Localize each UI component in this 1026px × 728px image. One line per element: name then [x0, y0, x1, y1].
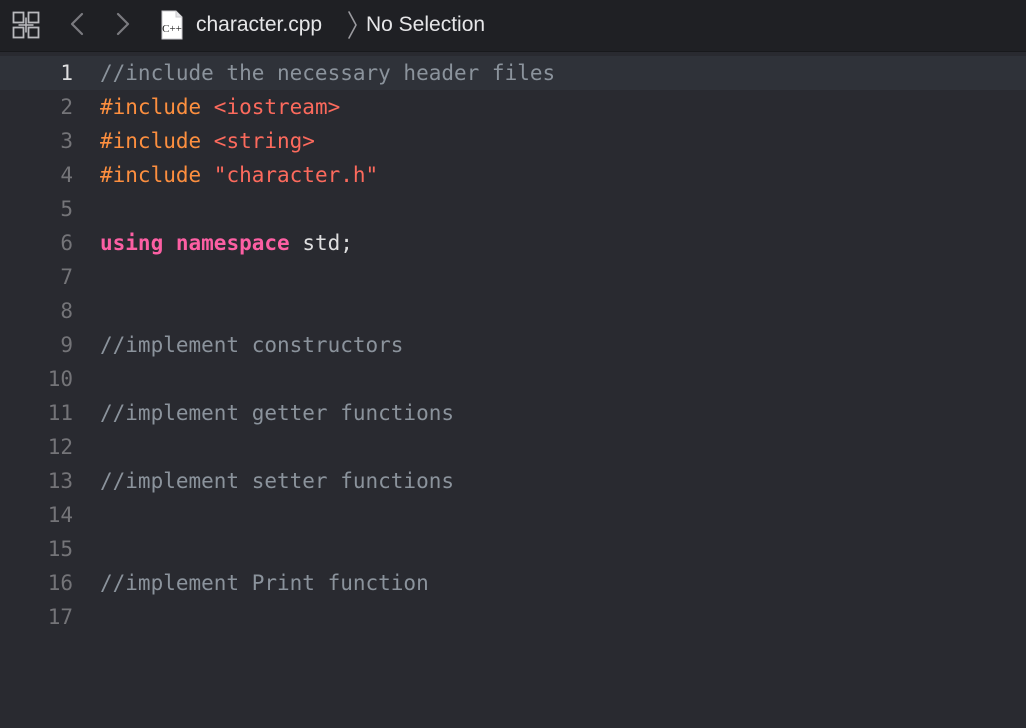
- line-number: 6: [60, 231, 73, 255]
- code-line[interactable]: 4 #include "character.h": [0, 158, 1026, 192]
- code-token-comment: //include the necessary header files: [100, 61, 556, 85]
- line-number: 15: [47, 537, 73, 561]
- code-line[interactable]: 14: [0, 498, 1026, 532]
- file-name-breadcrumb[interactable]: character.cpp: [196, 12, 322, 38]
- code-text[interactable]: //implement setter functions: [100, 464, 454, 498]
- code-text[interactable]: using namespace std;: [100, 226, 353, 260]
- code-line[interactable]: 17: [0, 600, 1026, 634]
- code-token-string: <iostream>: [213, 95, 341, 119]
- code-token-keyword: using: [100, 231, 164, 255]
- code-text[interactable]: //implement getter functions: [100, 396, 454, 430]
- code-text[interactable]: #include <iostream>: [100, 90, 340, 124]
- line-number: 4: [60, 163, 73, 187]
- chevron-right-icon[interactable]: [110, 10, 134, 38]
- code-line[interactable]: 2 #include <iostream>: [0, 90, 1026, 124]
- code-token-preproc: #include: [100, 163, 214, 187]
- code-token-keyword: namespace: [175, 231, 290, 255]
- code-line[interactable]: 12: [0, 430, 1026, 464]
- code-token-string: "character.h": [213, 163, 379, 187]
- code-line[interactable]: 13 //implement setter functions: [0, 464, 1026, 498]
- cpp-file-icon: C++: [161, 10, 183, 40]
- line-number: 2: [60, 95, 73, 119]
- line-number: 11: [47, 401, 73, 425]
- code-token-preproc: #include: [100, 129, 214, 153]
- code-token-comment: //implement constructors: [100, 333, 404, 357]
- xcode-editor-window: C++ character.cpp No Selection 1 //includ…: [0, 0, 1026, 728]
- related-items-grid-icon[interactable]: [12, 11, 40, 39]
- code-line[interactable]: 8: [0, 294, 1026, 328]
- cpp-file-badge: C++: [162, 23, 182, 35]
- code-token-comment: //implement getter functions: [100, 401, 455, 425]
- code-line[interactable]: 3 #include <string>: [0, 124, 1026, 158]
- line-number: 14: [47, 503, 73, 527]
- code-line[interactable]: 6 using namespace std;: [0, 226, 1026, 260]
- code-token-comment: //implement setter functions: [100, 469, 455, 493]
- symbol-selection-breadcrumb[interactable]: No Selection: [366, 12, 485, 38]
- line-number: 12: [47, 435, 73, 459]
- code-line[interactable]: 9 //implement constructors: [0, 328, 1026, 362]
- line-number: 3: [60, 129, 73, 153]
- line-number: 17: [47, 605, 73, 629]
- code-text[interactable]: //include the necessary header files: [100, 56, 555, 90]
- source-editor[interactable]: 1 //include the necessary header files 2 #i…: [0, 52, 1026, 728]
- breadcrumb-separator-icon: [348, 11, 357, 39]
- code-line[interactable]: 16 //implement Print function: [0, 566, 1026, 600]
- line-number: 16: [47, 571, 73, 595]
- line-number: 13: [47, 469, 73, 493]
- code-token-preproc: #include: [100, 95, 214, 119]
- code-line[interactable]: 11 //implement getter functions: [0, 396, 1026, 430]
- line-number: 1: [60, 61, 73, 85]
- jump-bar: C++ character.cpp No Selection: [0, 0, 1026, 52]
- line-number: 8: [60, 299, 73, 323]
- code-text[interactable]: #include "character.h": [100, 158, 378, 192]
- line-number: 5: [60, 197, 73, 221]
- line-number: 9: [60, 333, 73, 357]
- chevron-left-icon[interactable]: [66, 10, 90, 38]
- code-line[interactable]: 15: [0, 532, 1026, 566]
- line-number: 7: [60, 265, 73, 289]
- code-token-string: <string>: [213, 129, 315, 153]
- code-text[interactable]: #include <string>: [100, 124, 315, 158]
- code-line[interactable]: 10: [0, 362, 1026, 396]
- code-text[interactable]: //implement Print function: [100, 566, 429, 600]
- code-line[interactable]: 7: [0, 260, 1026, 294]
- line-number: 10: [47, 367, 73, 391]
- code-token-comment: //implement Print function: [100, 571, 429, 595]
- code-line[interactable]: 1 //include the necessary header files: [0, 56, 1026, 90]
- code-line[interactable]: 5: [0, 192, 1026, 226]
- code-text[interactable]: //implement constructors: [100, 328, 403, 362]
- code-token-plain: std;: [289, 231, 353, 255]
